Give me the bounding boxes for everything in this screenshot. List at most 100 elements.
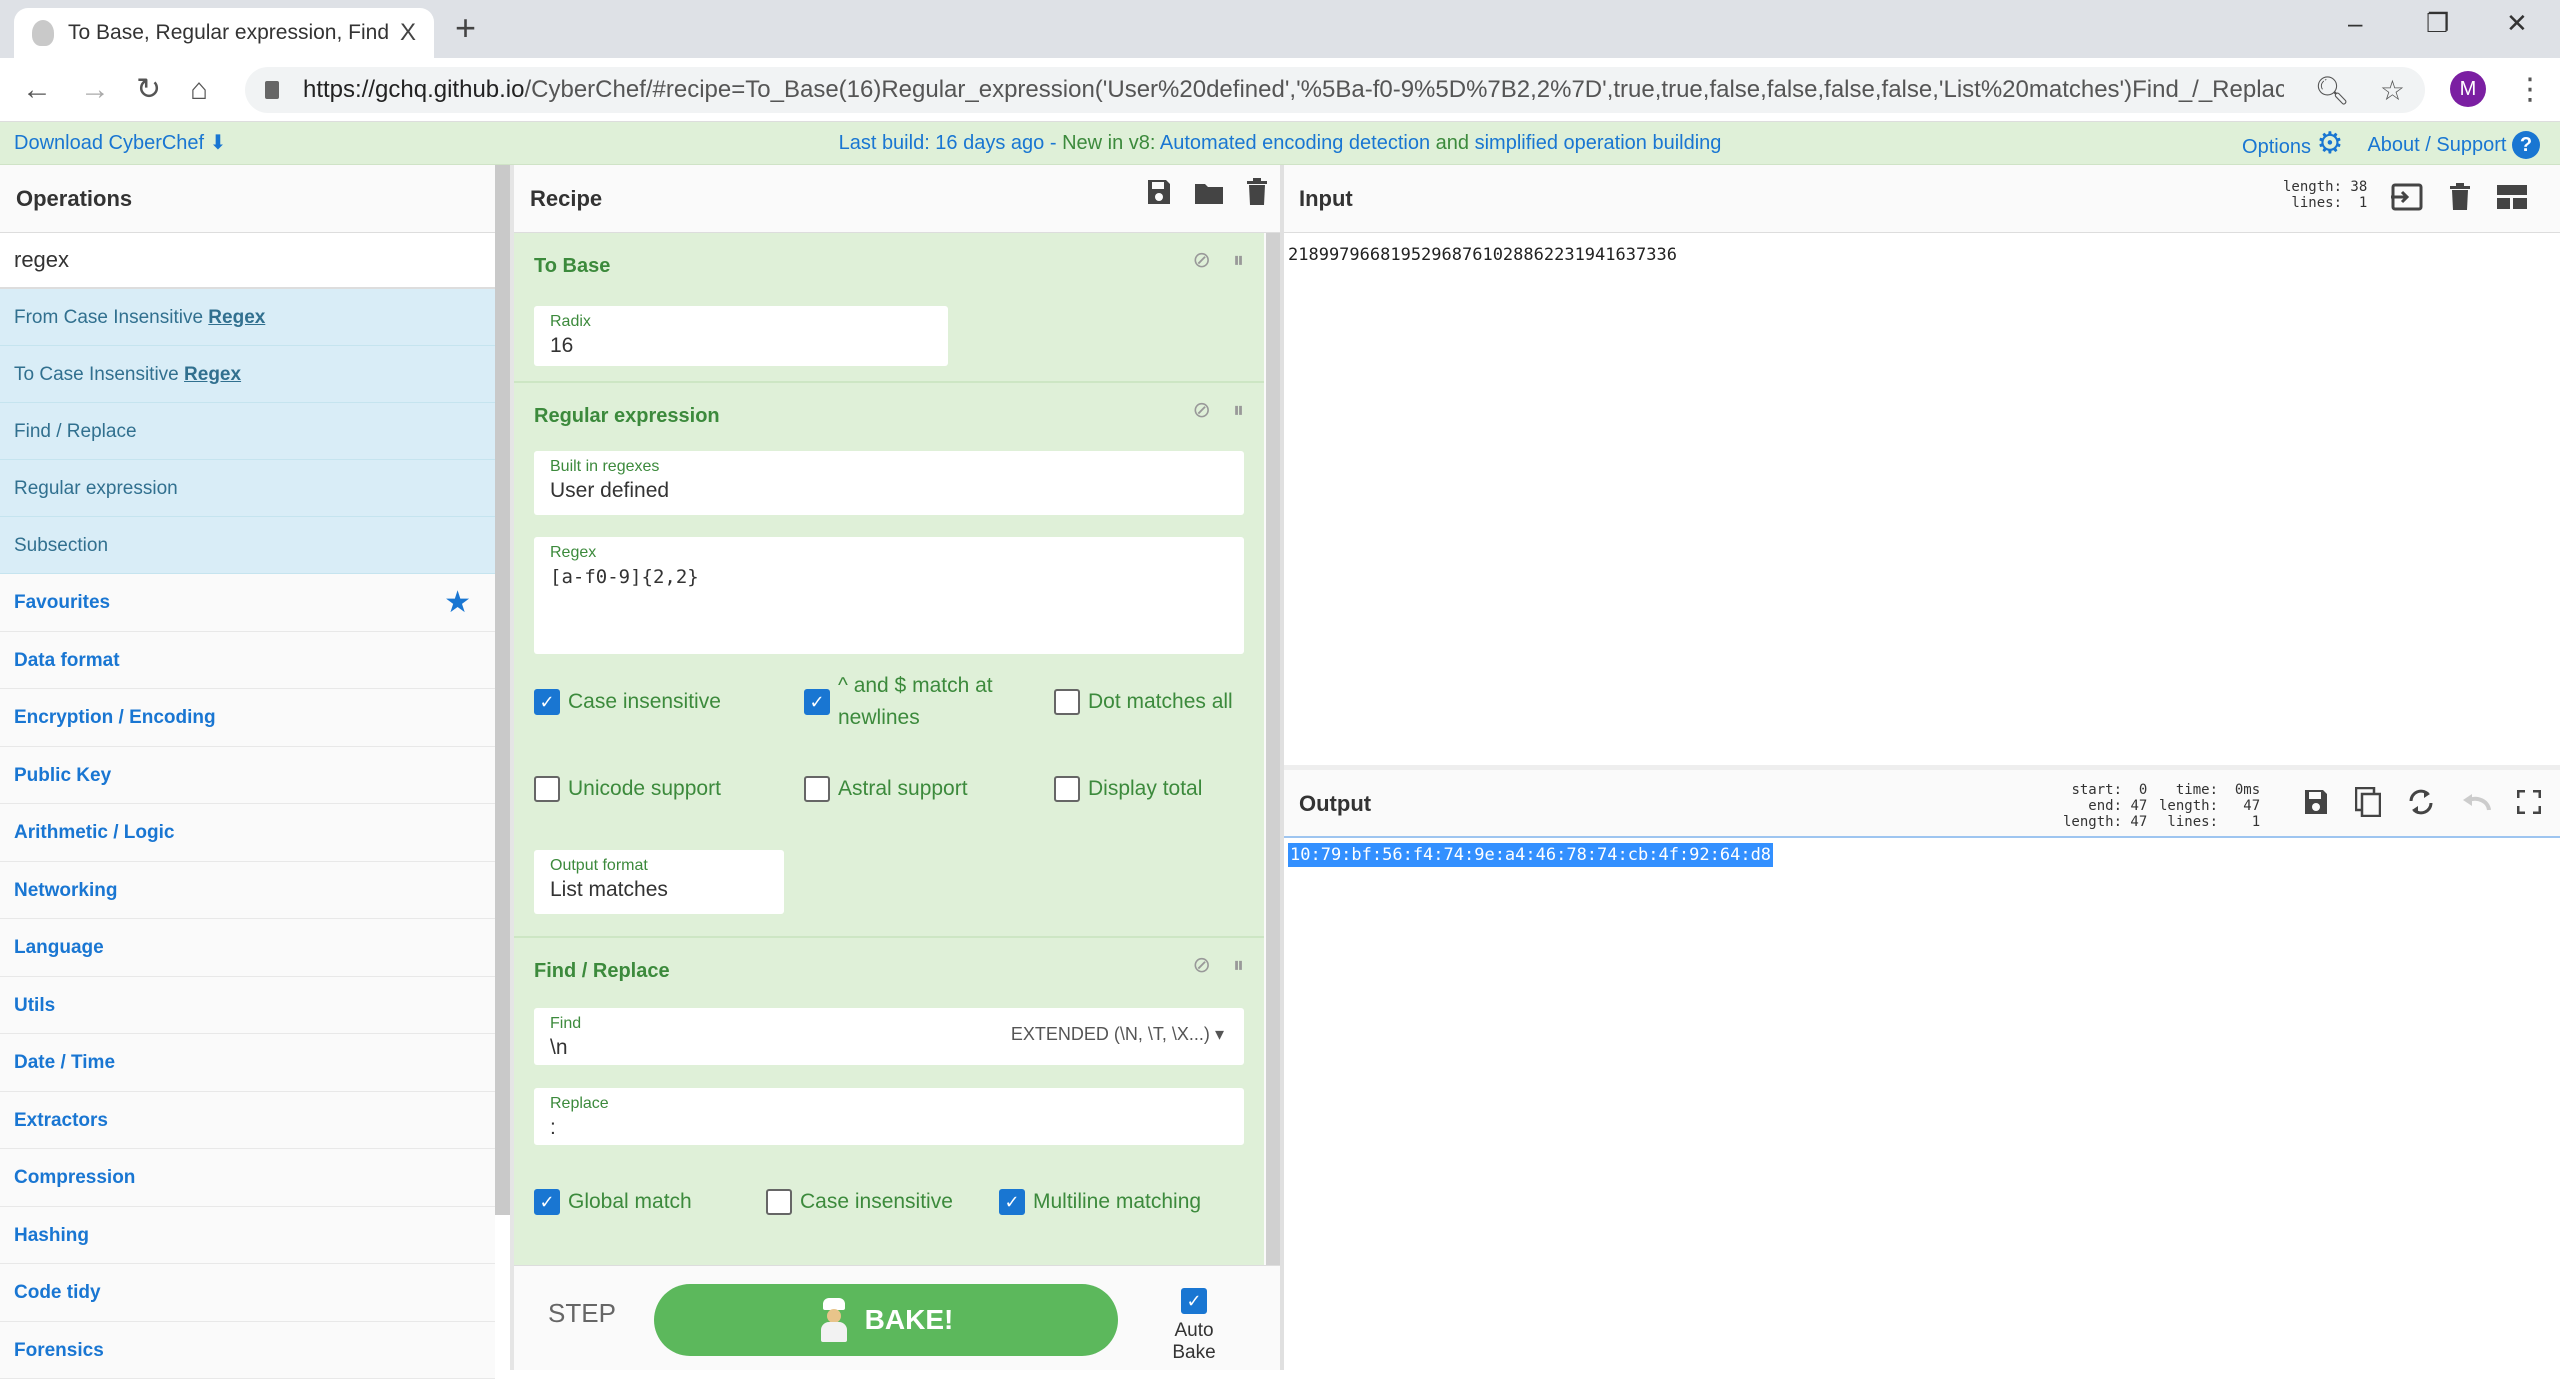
category-item[interactable]: Hashing [0,1207,495,1265]
about-support-link[interactable]: About / Support ? [2367,124,2540,167]
category-item[interactable]: Language [0,919,495,977]
maximise-output-icon[interactable] [2517,790,2541,819]
category-item[interactable]: Code tidy [0,1264,495,1322]
disable-op-icon[interactable]: ⊘ [1193,397,1211,423]
output-header: Output start: 0 end: 47 length: 47 time:… [1283,770,2560,838]
new-tab-button[interactable]: + [455,10,476,46]
save-recipe-icon[interactable] [1146,165,1172,233]
recipe-list: To Base ⊘⏸ Radix 16 Regular expression ⊘… [514,233,1264,1265]
output-text[interactable]: 10:79:bf:56:f4:74:9e:a4:46:78:74:cb:4f:9… [1288,843,1773,867]
clear-input-trash-icon[interactable] [2449,183,2471,216]
regex-textarea[interactable]: Regex [a-f0-9]{2,2} [534,537,1244,654]
display-total-checkbox[interactable]: Display total [1054,773,1202,805]
find-mode-dropdown[interactable]: EXTENDED (\N, \T, \X...) ▾ [1011,1024,1224,1045]
output-selection-stats: start: 0 end: 47 length: 47 [2063,782,2147,830]
breakpoint-icon[interactable]: ⏸ [1233,247,1244,273]
reload-button[interactable]: ↻ [136,70,161,110]
close-window-button[interactable]: ✕ [2506,8,2528,39]
recipe-io-divider[interactable] [1280,165,1284,1370]
regex-value: [a-f0-9]{2,2} [550,563,1228,591]
multiline-matching-checkbox[interactable]: ✓Multiline matching [999,1186,1201,1218]
url-bar[interactable]: https://gchq.github.io/CyberChef/#recipe… [245,67,2425,113]
recipe-op-find-replace[interactable]: Find / Replace ⊘⏸ Find \n EXTENDED (\N, … [514,938,1264,1265]
find-input[interactable]: Find \n EXTENDED (\N, \T, \X...) ▾ [534,1008,1244,1065]
save-output-icon[interactable] [2303,788,2329,821]
breakpoint-icon[interactable]: ⏸ [1233,952,1244,978]
back-button[interactable]: ← [22,70,52,110]
tab-close-icon[interactable]: X [400,19,416,47]
bookmark-star-icon[interactable]: ☆ [2380,74,2405,107]
maximize-button[interactable]: ❐ [2426,8,2449,39]
zoom-icon[interactable]: 🔍︎ [2314,74,2350,107]
output-format-value: List matches [550,876,768,904]
operations-search-input[interactable]: regex [0,233,495,289]
changelog-link-1[interactable]: Automated encoding detection [1160,132,1436,154]
recipe-op-to-base[interactable]: To Base ⊘⏸ Radix 16 [514,233,1264,383]
category-item[interactable]: Compression [0,1149,495,1207]
minimize-button[interactable]: – [2348,8,2362,39]
case-insensitive-checkbox[interactable]: ✓Case insensitive [534,686,721,718]
profile-avatar[interactable]: M [2450,71,2486,107]
download-cyberchef-link[interactable]: Download CyberChef ⬇ [14,122,226,165]
changelog-link-2[interactable]: simplified operation building [1475,132,1722,154]
bake-bar: STEP BAKE! ✓ Auto Bake [514,1265,1283,1370]
output-format-select[interactable]: Output format List matches [534,850,784,914]
checkbox-label: ^ and $ match at newlines [838,670,1004,734]
bake-button[interactable]: BAKE! [654,1284,1118,1356]
checkbox-unchecked-icon [534,776,560,802]
op-result-label: From Case Insensitive [14,307,208,328]
auto-bake-checkbox[interactable]: ✓ Auto Bake [1154,1288,1234,1364]
recipe-op-regular-expression[interactable]: Regular expression ⊘⏸ Built in regexes U… [514,383,1264,938]
replace-input[interactable]: Replace : [534,1088,1244,1145]
unicode-support-checkbox[interactable]: Unicode support [534,773,721,805]
add-input-tab-icon[interactable] [2391,183,2423,216]
op-result-item[interactable]: From Case Insensitive Regex [0,289,495,346]
astral-support-checkbox[interactable]: Astral support [804,773,968,805]
category-item[interactable]: Data format [0,632,495,690]
options-link[interactable]: Options ⚙ [2242,122,2343,169]
input-textarea[interactable]: 21899796681952968761028862231941637336 [1288,245,1677,265]
reset-layout-icon[interactable] [2497,185,2527,214]
dot-matches-all-checkbox[interactable]: Dot matches all [1054,686,1233,718]
operations-title: Operations [0,165,495,233]
op-result-item[interactable]: Subsection [0,517,495,574]
forward-button[interactable]: → [80,70,110,110]
disable-op-icon[interactable]: ⊘ [1193,952,1211,978]
op-result-item[interactable]: To Case Insensitive Regex [0,346,495,403]
radix-field[interactable]: Radix 16 [534,306,948,366]
browser-tab[interactable]: To Base, Regular expression, Find X [14,8,434,58]
clear-recipe-trash-icon[interactable] [1246,165,1268,233]
copy-output-icon[interactable] [2355,787,2381,822]
op-result-item[interactable]: Regular expression [0,460,495,517]
checkbox-checked-icon: ✓ [534,1189,560,1215]
built-in-regexes-select[interactable]: Built in regexes User defined [534,451,1244,515]
category-favourites[interactable]: Favourites★ [0,574,495,632]
replace-input-with-output-icon[interactable] [2407,787,2435,822]
operations-scrollbar[interactable] [495,165,510,1215]
checkbox-label: Global match [568,1186,692,1218]
checkbox-label: Unicode support [568,773,721,805]
category-item[interactable]: Networking [0,862,495,920]
category-item[interactable]: Forensics [0,1322,495,1379]
category-item[interactable]: Encryption / Encoding [0,689,495,747]
home-button[interactable]: ⌂ [190,70,208,110]
checkbox-unchecked-icon [1054,776,1080,802]
category-item[interactable]: Date / Time [0,1034,495,1092]
step-button[interactable]: STEP [548,1298,616,1329]
find-case-insensitive-checkbox[interactable]: Case insensitive [766,1186,953,1218]
recipe-scrollbar[interactable] [1266,233,1280,1265]
multiline-anchors-checkbox[interactable]: ✓^ and $ match at newlines [804,670,1004,734]
operations-panel: Operations regex From Case Insensitive R… [0,165,495,1370]
load-recipe-folder-icon[interactable] [1194,165,1224,233]
browser-menu-icon[interactable]: ⋮ [2515,70,2545,110]
op-result-item[interactable]: Find / Replace [0,403,495,460]
undo-icon[interactable] [2461,792,2491,817]
url-path: /CyberChef/#recipe=To_Base(16)Regular_ex… [524,76,2284,103]
category-item[interactable]: Public Key [0,747,495,805]
global-match-checkbox[interactable]: ✓ Global match [534,1186,692,1218]
category-item[interactable]: Extractors [0,1092,495,1150]
breakpoint-icon[interactable]: ⏸ [1233,397,1244,423]
disable-op-icon[interactable]: ⊘ [1193,247,1211,273]
category-item[interactable]: Utils [0,977,495,1035]
category-item[interactable]: Arithmetic / Logic [0,804,495,862]
